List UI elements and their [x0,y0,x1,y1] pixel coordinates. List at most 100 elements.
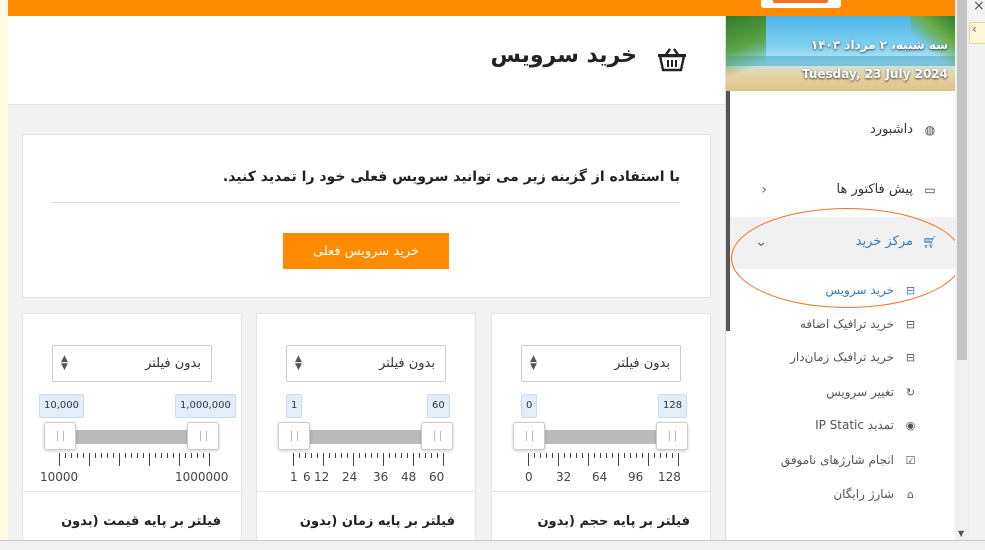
tick-mark [119,453,120,466]
range-min-handle[interactable] [44,422,76,450]
sidebar-subitem-change-service[interactable]: ↻ تغییر سرویس [826,385,917,399]
tick-mark [600,453,601,458]
tick-label: 1 [290,470,298,484]
tick-mark [528,453,529,466]
filter-title: فیلتر بر پایه قیمت (بدون [61,514,221,529]
divider [51,202,680,203]
chevron-left-icon[interactable]: ‹ [972,22,977,36]
basket-icon: ⊟ [905,350,916,364]
tick-label: 64 [592,470,608,484]
tick-mark [293,453,294,466]
range-ticks [293,453,444,467]
card-divider [23,491,241,492]
sidebar-scrollbar[interactable] [726,91,730,331]
gift-icon: ⌂ [907,487,914,501]
credit-card-icon: ▭ [924,182,936,197]
tick-mark [125,453,126,458]
tick-mark [413,453,414,466]
tick-mark [419,453,420,458]
range-min-tag: 1 [286,394,303,418]
tick-mark [389,453,390,458]
tick-mark [407,453,408,458]
tick-mark [540,453,541,458]
range-max-handle[interactable] [421,422,453,450]
tick-mark [612,453,613,458]
sidebar-item-dashboard[interactable]: ◍ داشبورد [870,122,937,137]
range-ticks [528,453,679,467]
range-max-handle[interactable] [187,422,219,450]
sidebar-subitem-extra-traffic[interactable]: ⊟ خرید ترافیک اضافه [800,317,917,331]
page-scrollbar[interactable]: ▼ [955,0,969,540]
sidebar-subitem-free-charge[interactable]: ⌂ شارژ رایگان [833,487,917,501]
refresh-icon: ↻ [905,385,916,399]
tick-mark [660,453,661,458]
select-arrows-icon: ▲ ▼ [530,354,537,372]
tick-mark [534,453,535,458]
tick-mark [576,453,577,458]
status-bar [0,540,985,550]
sidebar-item-invoices[interactable]: ▭ پیش فاکتور ها ‹ [761,182,937,198]
range-min-handle[interactable] [513,422,545,450]
filter-card-volume: بدون فیلتر ▲ ▼ 0 128 0 32 64 96 128 فیلتر… [491,313,711,540]
tick-mark [131,453,132,458]
date-persian: سه شنبه، ۲ مرداد ۱۴۰۳ [810,38,948,52]
tick-label: 128 [658,470,681,484]
buy-current-service-button[interactable]: خرید سرویس فعلی [283,233,449,269]
sidebar-subitem-failed-charges[interactable]: ☑ انجام شارژهای ناموفق [781,453,917,467]
tick-label: 24 [342,470,358,484]
tick-label: 48 [401,470,417,484]
tick-mark [71,453,72,458]
tick-mark [341,453,342,458]
tick-mark [624,453,625,458]
tick-label: 12 [314,470,330,484]
page-title: خرید سرویس [490,43,637,68]
filter-select[interactable]: بدون فیلتر ▲ ▼ [521,345,681,382]
filter-title: فیلتر بر پایه زمان (بدون [299,514,455,529]
tick-mark [606,453,607,458]
select-arrows-icon: ▲ ▼ [61,354,68,372]
background-window-left [0,0,8,550]
basket-icon [658,48,686,72]
tick-mark [630,453,631,458]
tick-mark [305,453,306,458]
filter-select[interactable]: بدون فیلتر ▲ ▼ [52,345,212,382]
chevron-left-icon: ‹ [761,181,767,198]
tick-mark [377,453,378,458]
scroll-down-icon[interactable]: ▼ [958,529,964,538]
tick-mark [101,453,102,458]
dashboard-icon: ◍ [924,122,936,137]
sidebar-subitem-renew-ip[interactable]: ◉ تمدید IP Static [815,418,917,432]
tick-mark [437,453,438,458]
tick-mark [431,453,432,458]
tick-mark [395,453,396,458]
close-icon[interactable]: × [973,0,985,14]
tick-mark [443,453,444,466]
sidebar-item-label: داشبورد [870,122,913,137]
tick-mark [89,453,90,466]
highlight-circle [731,208,955,308]
tick-mark [570,453,571,458]
tick-mark [161,453,162,458]
tick-mark [654,453,655,458]
filter-card-price: بدون فیلتر ▲ ▼ 10,000 1,000,000 10000 100… [22,313,242,540]
range-max-handle[interactable] [656,422,688,450]
sidebar-subitem-timed-traffic[interactable]: ⊟ خرید ترافیک زمان‌دار [790,350,917,364]
filter-select-value: بدون فیلتر [379,356,435,371]
filter-title: فیلتر بر پایه حجم (بدون [537,514,690,529]
tick-mark [371,453,372,458]
scrollbar-thumb[interactable] [957,0,967,360]
tick-mark [636,453,637,458]
tick-mark [191,453,192,458]
sidebar-subitem-label: تغییر سرویس [826,385,894,399]
range-min-handle[interactable] [278,422,310,450]
sidebar-subitem-label: انجام شارژهای ناموفق [780,453,894,467]
tick-mark [65,453,66,458]
tick-mark [678,453,679,466]
tick-mark [317,453,318,458]
tick-mark [203,453,204,458]
filter-select[interactable]: بدون فیلتر ▲ ▼ [286,345,446,382]
sidebar-item-label: پیش فاکتور ها [836,182,913,197]
tick-label: 60 [429,470,445,484]
tick-mark [347,453,348,458]
sidebar-subitem-label: تمدید IP Static [815,418,894,432]
